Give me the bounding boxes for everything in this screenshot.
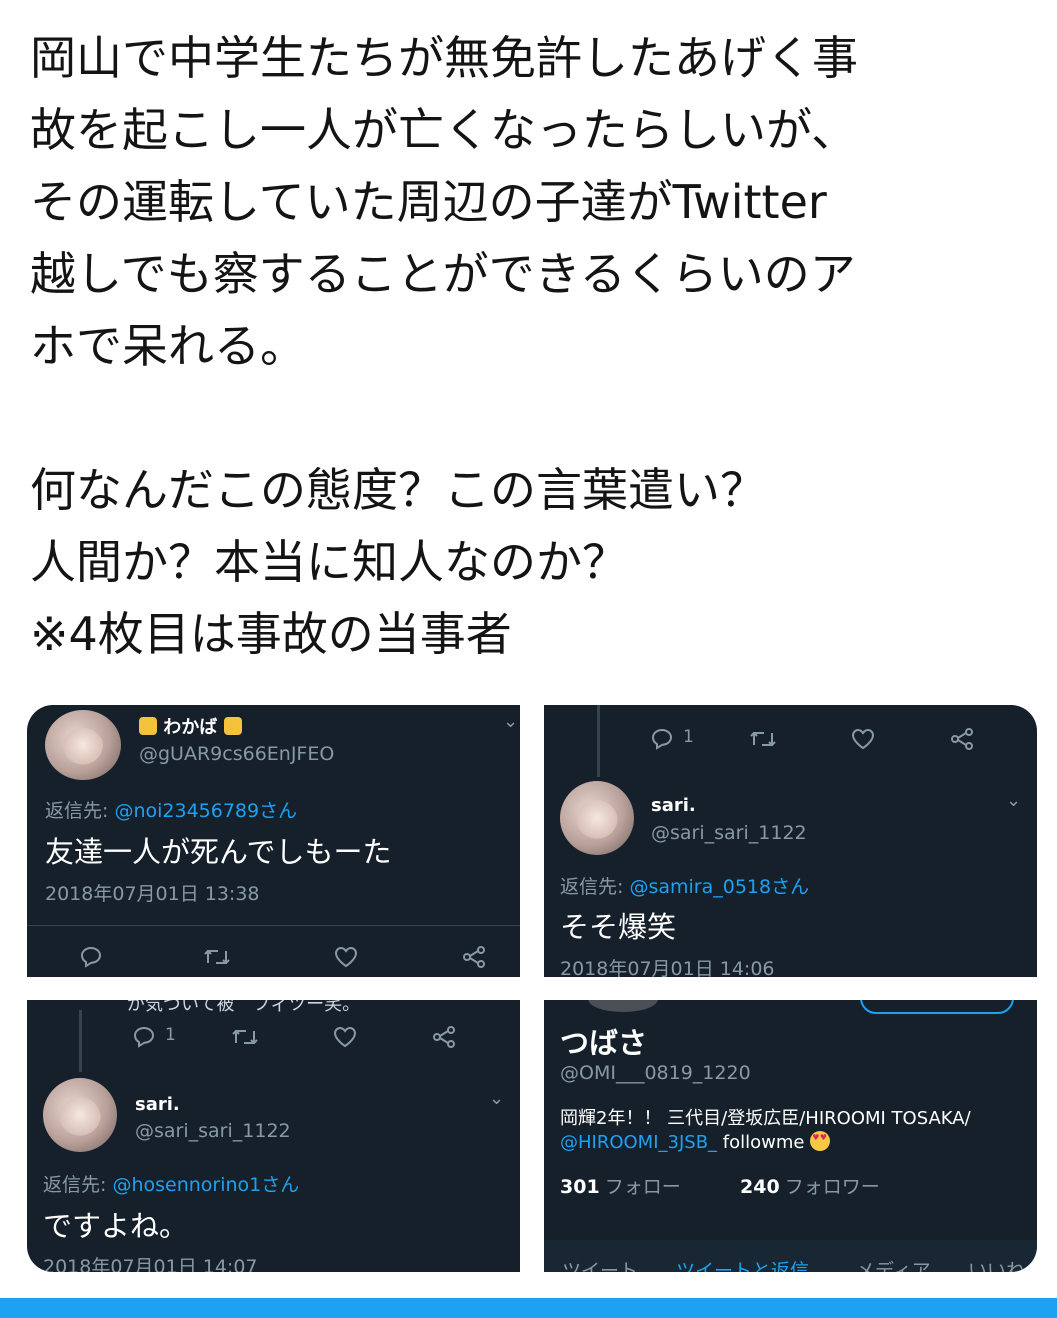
tweet-line: その運転していた周辺の子達がTwitter (30, 175, 827, 229)
screenshot-card-2[interactable]: 1 sari. @sari_sari_1122 ⌄ 返信先: @samira_0… (544, 705, 1037, 977)
reply-count: 1 (165, 1025, 176, 1045)
avatar[interactable] (43, 1078, 117, 1152)
retweet-icon[interactable] (230, 1025, 260, 1049)
avatar[interactable] (588, 1000, 658, 1012)
reply-icon[interactable] (650, 727, 674, 751)
reply-mention[interactable]: @samira_0518さん (629, 876, 809, 898)
display-name[interactable]: わかば (139, 713, 242, 739)
thread-line (597, 705, 600, 777)
tweet-body: 友達一人が死んでしもーた (45, 835, 392, 869)
tab-tweets-and-replies[interactable]: ツイートと返信 (676, 1256, 809, 1272)
reply-count: 1 (683, 727, 694, 747)
timestamp: 2018年07月01日 14:06 (560, 958, 775, 977)
tweet-body: ですよね。 (43, 1209, 189, 1243)
heart-eyes-emoji-icon (810, 1131, 831, 1151)
profile-tabs: ツイート ツイートと返信 メディア いいね (544, 1240, 1037, 1272)
following-stat[interactable]: 301 フォロー (560, 1172, 681, 1199)
tweet-line: 岡山で中学生たちが無免許したあげく事 (30, 31, 858, 85)
tweet-line: ホで呆れる。 (30, 319, 306, 373)
reply-icon[interactable] (132, 1025, 156, 1049)
user-handle[interactable]: @sari_sari_1122 (135, 1120, 291, 1142)
tab-tweets[interactable]: ツイート (562, 1256, 638, 1272)
like-icon[interactable] (850, 727, 876, 751)
chevron-down-icon[interactable]: ⌄ (1006, 790, 1021, 811)
tweet-line: 何なんだこの態度？この言葉遣い？ (30, 463, 766, 517)
display-name[interactable]: sari. (135, 1094, 180, 1115)
reply-mention[interactable]: @noi23456789さん (114, 800, 297, 822)
emoji-icon (223, 717, 242, 735)
tweet-body: そそ爆笑 (560, 910, 677, 944)
clipped-text: が気づいて被 フィツー笑。 (127, 1000, 361, 1015)
tab-media[interactable]: メディア (856, 1256, 931, 1272)
chevron-down-icon[interactable]: ⌄ (489, 1088, 504, 1109)
reply-icon[interactable] (79, 945, 103, 969)
tab-likes[interactable]: いいね (968, 1256, 1025, 1272)
timestamp: 2018年07月01日 14:07 (43, 1256, 258, 1272)
avatar[interactable] (560, 781, 634, 855)
timestamp: 2018年07月01日 13:38 (45, 883, 260, 905)
emoji-icon (139, 717, 157, 735)
follow-button[interactable] (860, 1000, 1014, 1014)
tweet-line: ※4枚目は事故の当事者 (30, 607, 512, 661)
display-name: つばさ (560, 1026, 648, 1060)
bottom-bar (0, 1298, 1057, 1318)
share-icon[interactable] (461, 945, 487, 969)
retweet-icon[interactable] (202, 945, 232, 969)
bio-mention[interactable]: @HIROOMI_3JSB_ (560, 1132, 717, 1153)
share-icon[interactable] (431, 1025, 457, 1049)
tweet-text: 岡山で中学生たちが無免許したあげく事 故を起こし一人が亡くなったらしいが、 その… (30, 22, 1040, 670)
bio: 岡輝2年！！ 三代目/登坂広臣/HIROOMI TOSAKA/ (560, 1108, 971, 1129)
like-icon[interactable] (332, 1025, 358, 1049)
reply-to: 返信先: @hosennorino1さん (43, 1174, 300, 1196)
tweet-line: 人間か？本当に知人なのか？ (30, 535, 628, 589)
user-handle: @OMI___0819_1220 (560, 1062, 751, 1084)
followers-stat[interactable]: 240 フォロワー (740, 1172, 880, 1199)
user-handle[interactable]: @sari_sari_1122 (651, 822, 807, 844)
screenshot-card-3[interactable]: が気づいて被 フィツー笑。 1 sari. @sari_sari_1122 ⌄ … (27, 1000, 520, 1272)
tweet-line: 越しでも察することができるくらいのア (30, 247, 856, 301)
divider (27, 925, 520, 926)
avatar[interactable] (45, 710, 121, 780)
chevron-down-icon[interactable]: ⌄ (503, 711, 518, 732)
user-handle[interactable]: @gUAR9cs66EnJFEO (139, 743, 334, 765)
reply-to: 返信先: @noi23456789さん (45, 800, 298, 822)
screenshot-card-4[interactable]: つばさ @OMI___0819_1220 岡輝2年！！ 三代目/登坂広臣/HIR… (544, 1000, 1037, 1272)
share-icon[interactable] (949, 727, 975, 751)
reply-mention[interactable]: @hosennorino1さん (112, 1174, 299, 1196)
tweet-line: 故を起こし一人が亡くなったらしいが、 (30, 103, 858, 157)
display-name[interactable]: sari. (651, 795, 696, 816)
like-icon[interactable] (333, 945, 359, 969)
reply-to: 返信先: @samira_0518さん (560, 876, 810, 898)
retweet-icon[interactable] (748, 727, 778, 751)
screenshot-card-1[interactable]: わかば @gUAR9cs66EnJFEO ⌄ 返信先: @noi23456789… (27, 705, 520, 977)
bio-line-2: @HIROOMI_3JSB_ followme (560, 1131, 831, 1153)
thread-line (79, 1010, 82, 1072)
